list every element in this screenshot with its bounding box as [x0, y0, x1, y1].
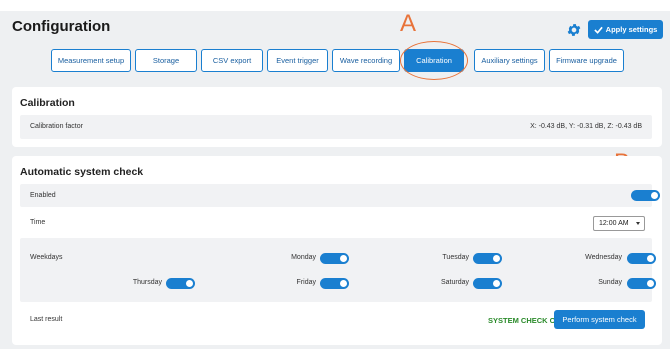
page-title: Configuration	[12, 18, 111, 35]
day-label-tuesday: Tuesday	[442, 254, 469, 261]
enabled-row: Enabled	[20, 184, 660, 207]
day-label-wednesday: Wednesday	[585, 254, 622, 261]
monday-toggle[interactable]	[320, 253, 349, 264]
perform-system-check-button[interactable]: Perform system check	[554, 310, 645, 329]
tab-measurement-setup[interactable]: Measurement setup	[51, 49, 131, 72]
time-select-value: 12:00 AM	[599, 220, 629, 227]
thursday-toggle[interactable]	[166, 278, 195, 289]
day-label-sunday: Sunday	[598, 279, 622, 286]
weekdays-row: Weekdays Monday Tuesday Wednesday Thursd…	[20, 238, 656, 302]
annotation-ring-a	[400, 41, 468, 80]
annotation-a: A	[400, 10, 417, 37]
system-check-title: Automatic system check	[20, 166, 144, 178]
weekdays-label: Weekdays	[30, 254, 63, 261]
day-label-friday: Friday	[296, 279, 316, 286]
top-strip	[0, 0, 670, 11]
calibration-factor-value: X: -0.43 dB, Y: -0.31 dB, Z: -0.43 dB	[530, 123, 642, 130]
caret-down-icon	[636, 222, 640, 225]
day-label-monday: Monday	[291, 254, 316, 261]
calibration-factor-row: Calibration factor X: -0.43 dB, Y: -0.31…	[20, 115, 652, 139]
wednesday-toggle[interactable]	[627, 253, 656, 264]
tab-csv-export[interactable]: CSV export	[201, 49, 263, 72]
calibration-card: Calibration Calibration factor X: -0.43 …	[12, 87, 662, 147]
day-label-thursday: Thursday	[132, 279, 162, 286]
enabled-toggle[interactable]	[631, 190, 660, 201]
time-select[interactable]: 12:00 AM	[593, 216, 645, 231]
tab-event-trigger[interactable]: Event trigger	[267, 49, 328, 72]
system-check-status: SYSTEM CHECK OK	[488, 316, 561, 325]
tab-wave-recording[interactable]: Wave recording	[332, 49, 400, 72]
checkmark-icon	[593, 26, 603, 34]
time-label: Time	[30, 219, 46, 226]
apply-settings-button[interactable]: Apply settings	[588, 20, 663, 39]
day-label-saturday: Saturday	[440, 279, 469, 286]
tuesday-toggle[interactable]	[473, 253, 502, 264]
last-result-label: Last result	[30, 316, 63, 323]
friday-toggle[interactable]	[320, 278, 349, 289]
gear-icon[interactable]	[566, 22, 582, 38]
tab-auxiliary-settings[interactable]: Auxiliary settings	[474, 49, 545, 72]
enabled-label: Enabled	[30, 192, 56, 199]
tab-storage[interactable]: Storage	[135, 49, 197, 72]
calibration-factor-label: Calibration factor	[30, 123, 83, 130]
apply-settings-label: Apply settings	[605, 25, 658, 34]
saturday-toggle[interactable]	[473, 278, 502, 289]
tab-firmware-upgrade[interactable]: Firmware upgrade	[549, 49, 624, 72]
sunday-toggle[interactable]	[627, 278, 656, 289]
calibration-title: Calibration	[20, 97, 75, 109]
